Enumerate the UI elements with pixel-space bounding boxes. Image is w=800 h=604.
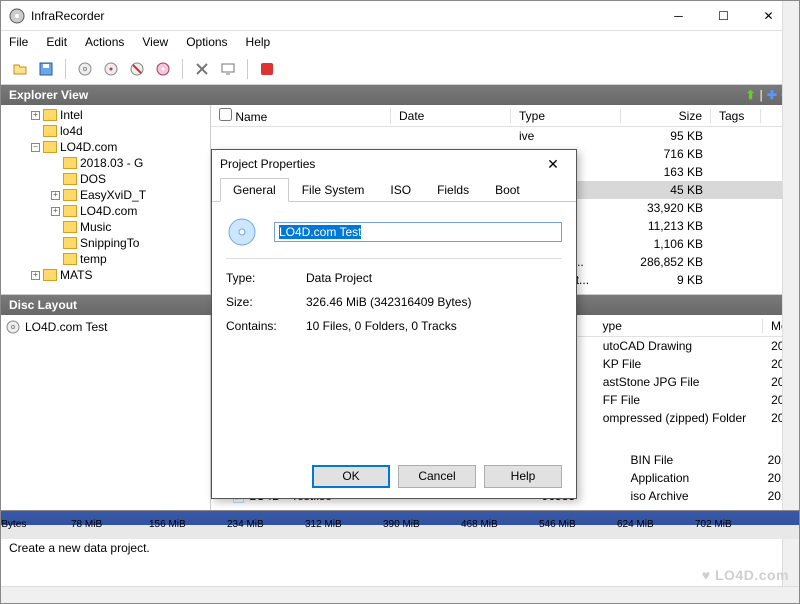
- menu-help[interactable]: Help: [246, 35, 271, 49]
- project-contains: 10 Files, 0 Folders, 0 Tracks: [306, 319, 457, 333]
- project-icon: [226, 216, 258, 248]
- menu-view[interactable]: View: [142, 35, 168, 49]
- tree-item[interactable]: +MATS: [3, 267, 208, 283]
- menu-edit[interactable]: Edit: [46, 35, 67, 49]
- app-icon: [9, 8, 25, 24]
- explorer-header: Explorer View ⬆ | ✚ ✚: [1, 85, 799, 105]
- capacity-ruler: 0 Bytes78 MiB156 MiB234 MiB312 MiB390 Mi…: [1, 510, 799, 538]
- project-size: 326.46 MiB (342316409 Bytes): [306, 295, 471, 309]
- tree-item[interactable]: temp: [3, 251, 208, 267]
- save-icon[interactable]: [35, 58, 57, 80]
- dialog-tabs: General File System ISO Fields Boot: [212, 178, 576, 202]
- up-icon[interactable]: ⬆: [745, 88, 755, 102]
- window-title: InfraRecorder: [31, 9, 656, 23]
- select-all-checkbox[interactable]: [219, 108, 232, 121]
- project-properties-dialog: Project Properties ✕ General File System…: [211, 149, 577, 499]
- project-type: Data Project: [306, 271, 372, 285]
- project-root[interactable]: LO4D.com Test: [5, 319, 206, 335]
- maximize-button[interactable]: ☐: [701, 2, 746, 30]
- menu-options[interactable]: Options: [186, 35, 227, 49]
- tree-item[interactable]: +LO4D.com: [3, 203, 208, 219]
- minimize-button[interactable]: ─: [656, 2, 701, 30]
- disc-icon[interactable]: [74, 58, 96, 80]
- tree-item[interactable]: −LO4D.com: [3, 139, 208, 155]
- dialog-title: Project Properties: [220, 157, 315, 171]
- menu-actions[interactable]: Actions: [85, 35, 124, 49]
- tree-item[interactable]: lo4d: [3, 123, 208, 139]
- help-button[interactable]: Help: [484, 465, 562, 488]
- ok-button[interactable]: OK: [312, 465, 390, 488]
- monitor-icon[interactable]: [217, 58, 239, 80]
- menubar: File Edit Actions View Options Help: [1, 31, 799, 53]
- file-row[interactable]: ive95 KB: [211, 127, 799, 145]
- tab-iso[interactable]: ISO: [377, 178, 424, 201]
- tools-icon[interactable]: [191, 58, 213, 80]
- watermark: ♥ LO4D.com: [702, 567, 789, 583]
- cancel-button[interactable]: Cancel: [398, 465, 476, 488]
- toolbar: [1, 53, 799, 85]
- disc-red-icon[interactable]: [100, 58, 122, 80]
- disc-cancel-icon[interactable]: [126, 58, 148, 80]
- disc-tree[interactable]: LO4D.com Test: [1, 315, 211, 510]
- file-list-header: Name Date Type Size Tags: [211, 105, 799, 127]
- folder-tree[interactable]: +Intello4d−LO4D.com2018.03 - GDOS+EasyXv…: [1, 105, 211, 294]
- tree-item[interactable]: 2018.03 - G: [3, 155, 208, 171]
- disc-pink-icon[interactable]: [152, 58, 174, 80]
- disc-icon: [5, 319, 21, 335]
- tab-general[interactable]: General: [220, 178, 289, 202]
- titlebar: InfraRecorder ─ ☐ ✕: [1, 1, 799, 31]
- tab-boot[interactable]: Boot: [482, 178, 533, 201]
- tree-item[interactable]: Music: [3, 219, 208, 235]
- add-icon[interactable]: ✚: [767, 88, 777, 102]
- menu-file[interactable]: File: [9, 35, 28, 49]
- tree-item[interactable]: DOS: [3, 171, 208, 187]
- record-icon[interactable]: [256, 58, 278, 80]
- vscrollbar[interactable]: [782, 315, 799, 510]
- project-name-input[interactable]: LO4D.com Test: [274, 222, 562, 242]
- tab-fields[interactable]: Fields: [424, 178, 482, 201]
- status-bar: Create a new data project.: [1, 538, 799, 558]
- tree-item[interactable]: +EasyXviD_T: [3, 187, 208, 203]
- open-icon[interactable]: [9, 58, 31, 80]
- tree-item[interactable]: +Intel: [3, 107, 208, 123]
- tab-filesystem[interactable]: File System: [289, 178, 378, 201]
- dialog-close-button[interactable]: ✕: [538, 156, 568, 173]
- tree-item[interactable]: SnippingTo: [3, 235, 208, 251]
